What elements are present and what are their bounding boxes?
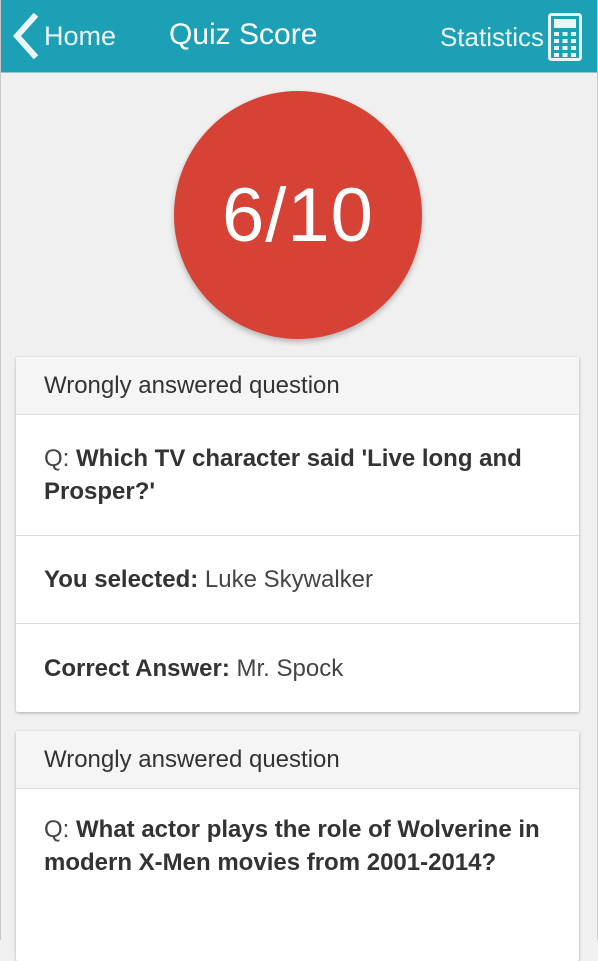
correct-label: Correct Answer: — [44, 654, 230, 682]
selected-label: You selected: — [44, 566, 199, 593]
selected-value: Luke Skywalker — [198, 566, 374, 593]
chevron-left-icon — [12, 13, 38, 59]
app-toolbar: Home Quiz Score Statistics — [0, 0, 598, 73]
statistics-label: Statistics — [439, 21, 544, 52]
page-title: Quiz Score — [169, 18, 318, 51]
home-label: Home — [44, 20, 117, 51]
wrong-answer-card: Wrongly answered question Q: What actor … — [16, 731, 579, 961]
wrong-answer-card: Wrongly answered question Q: Which TV ch… — [16, 357, 579, 712]
frame-left-border — [0, 0, 1, 940]
correct-value: Mr. Spock — [229, 654, 344, 682]
question-body: Which TV character said 'Live long and P… — [44, 445, 522, 505]
question-text: Q: What actor plays the role of Wolverin… — [44, 813, 551, 879]
question-prefix: Q: — [44, 445, 77, 472]
card-header: Wrongly answered question — [16, 357, 579, 415]
statistics-button[interactable]: Statistics — [440, 12, 582, 62]
question-row: Q: Which TV character said 'Live long an… — [16, 415, 579, 536]
question-row: Q: What actor plays the role of Wolverin… — [16, 789, 579, 949]
correct-answer-row: Correct Answer: Mr. Spock — [16, 624, 579, 712]
question-text: Q: Which TV character said 'Live long an… — [44, 442, 551, 508]
score-value: 6/10 — [222, 172, 374, 258]
card-header: Wrongly answered question — [16, 731, 579, 789]
home-back-button[interactable]: Home — [12, 13, 116, 59]
score-badge: 6/10 — [174, 91, 422, 339]
calculator-icon — [548, 13, 582, 61]
selected-answer-row: You selected: Luke Skywalker — [16, 536, 579, 624]
question-prefix: Q: — [44, 816, 77, 843]
question-body: What actor plays the role of Wolverine i… — [44, 816, 540, 876]
